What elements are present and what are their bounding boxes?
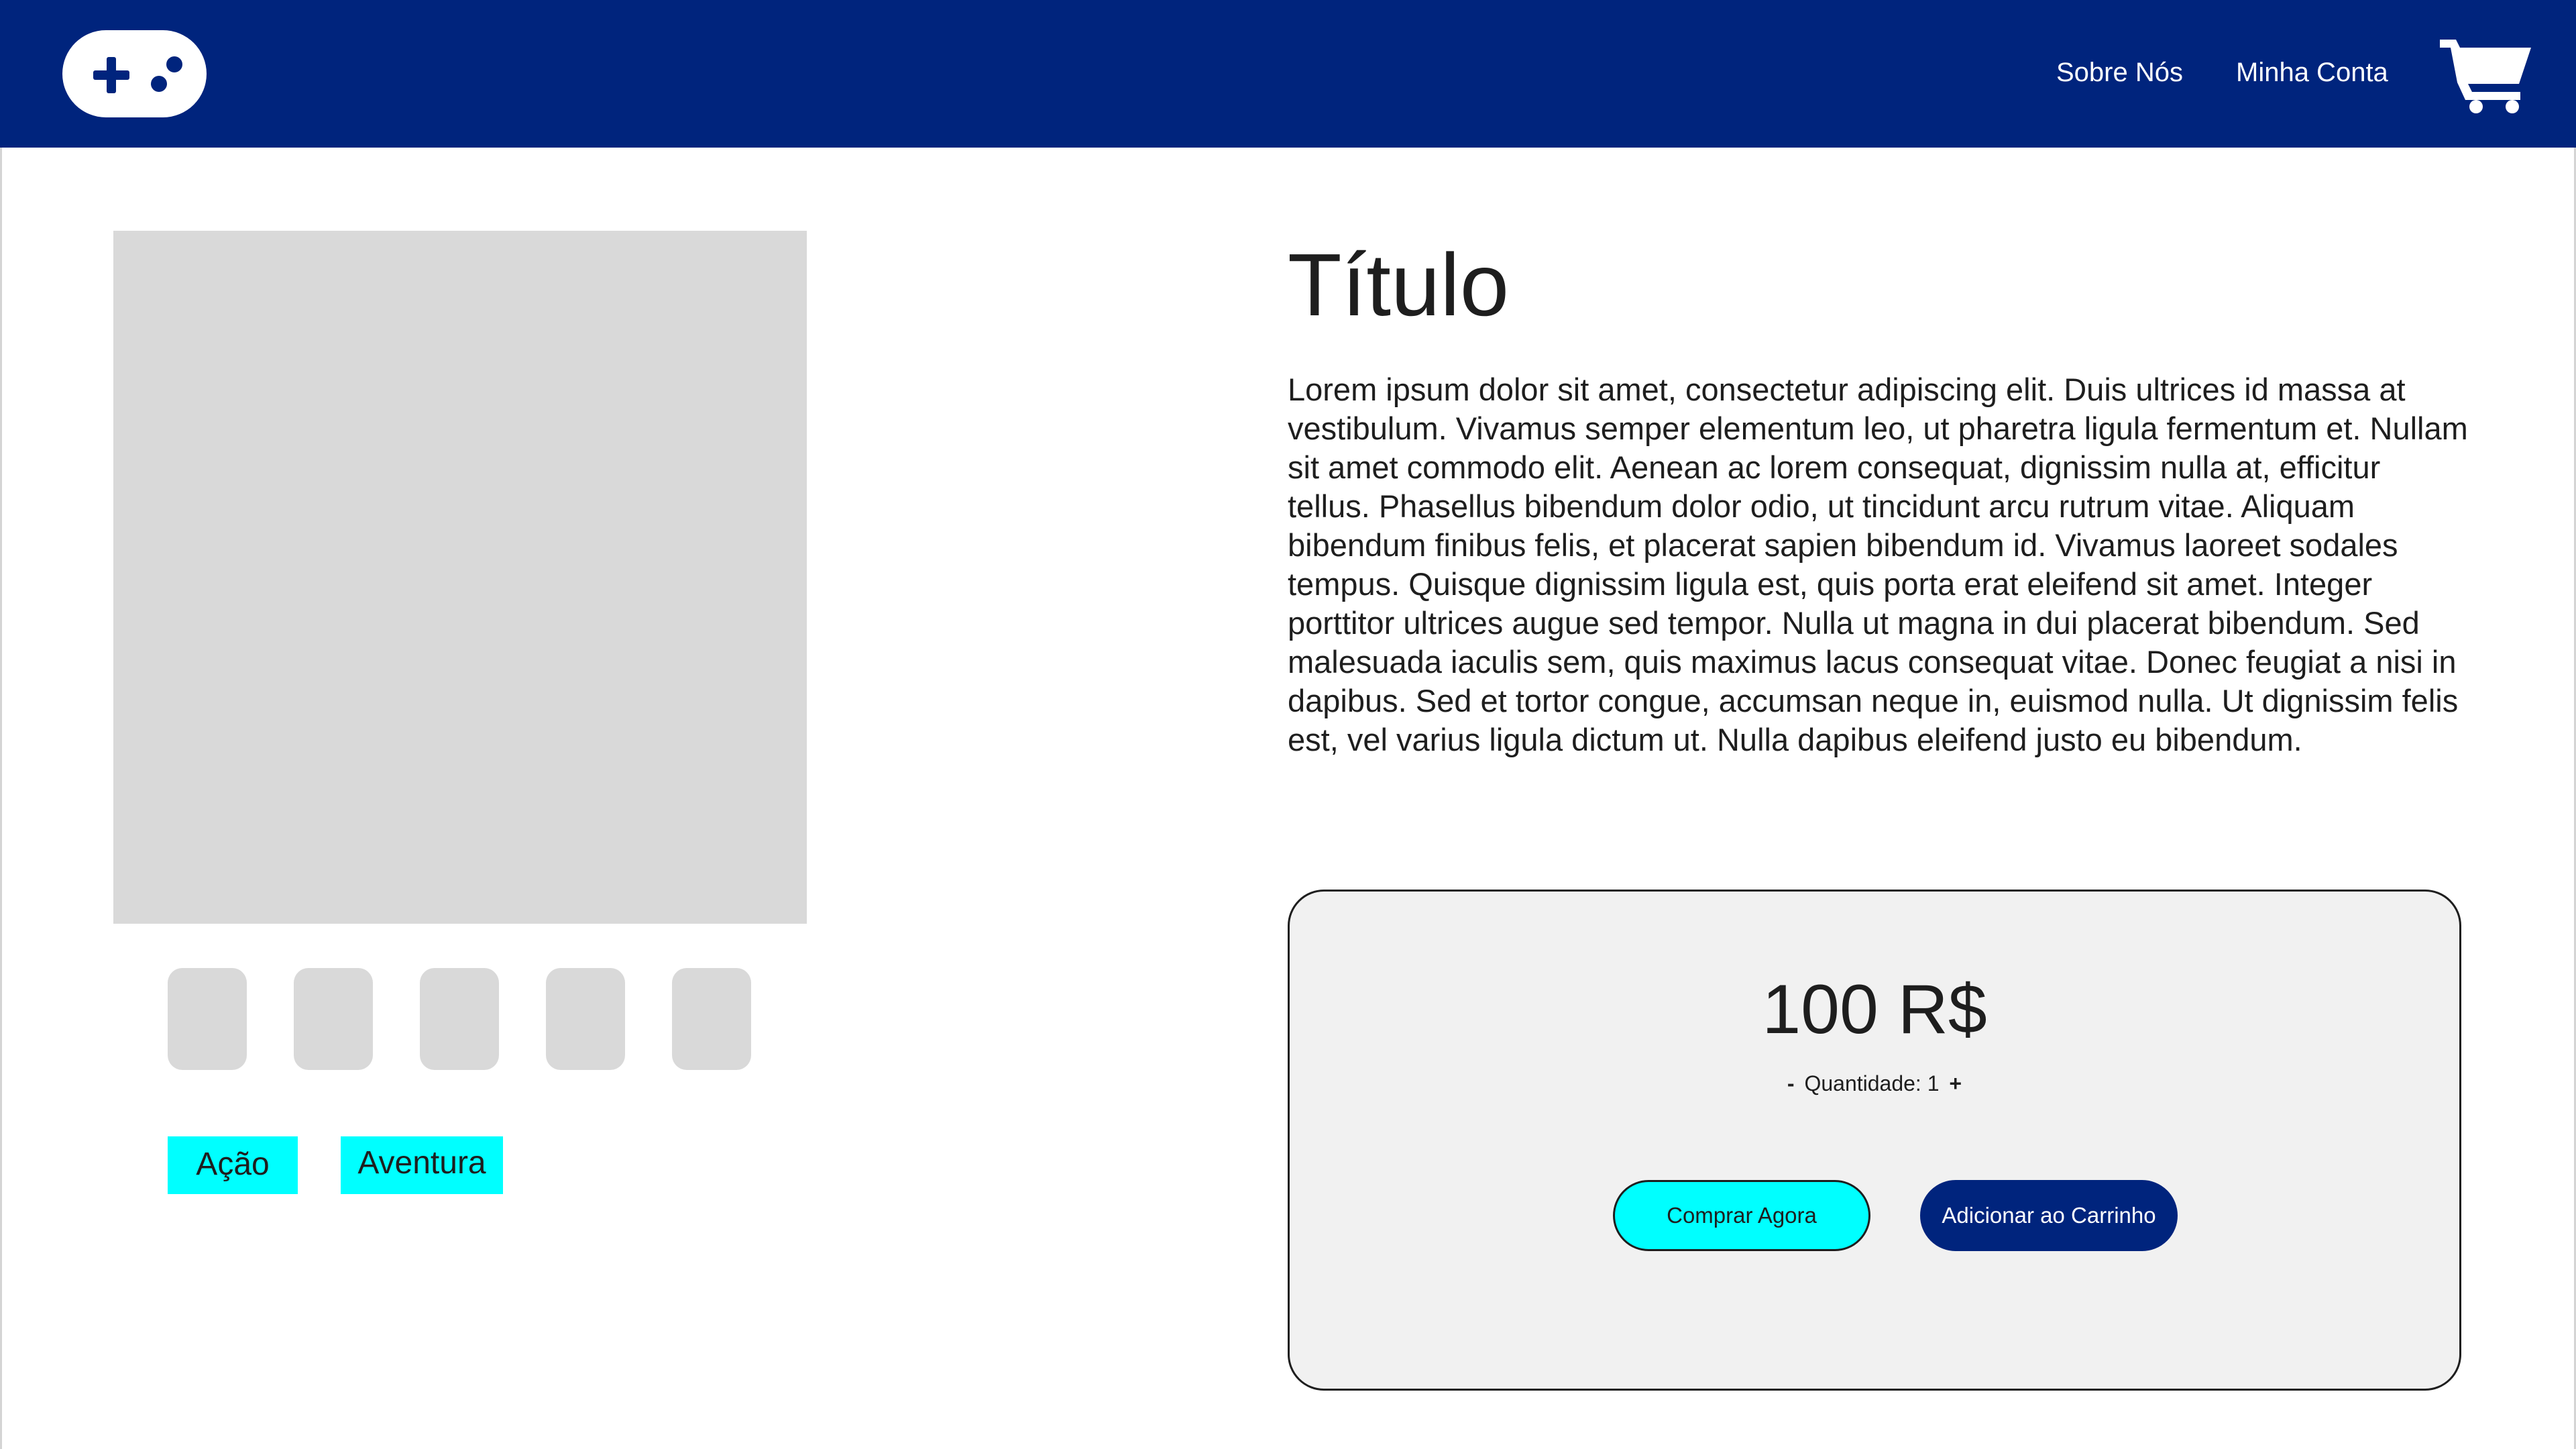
product-main-image (113, 231, 807, 924)
quantity-decrease-button[interactable]: - (1783, 1071, 1799, 1095)
product-thumbnail[interactable] (294, 968, 373, 1070)
purchase-card: 100 R$ - Quantidade: 1 + Comprar Agora A… (1288, 890, 2461, 1391)
product-thumbnail[interactable] (546, 968, 625, 1070)
product-title: Título (1288, 235, 1510, 334)
quantity-label: Quantidade: 1 (1804, 1071, 1940, 1095)
product-thumbnail[interactable] (168, 968, 247, 1070)
product-thumbnail[interactable] (672, 968, 751, 1070)
top-navigation-bar: Sobre Nós Minha Conta (0, 0, 2576, 148)
buy-now-button[interactable]: Comprar Agora (1613, 1180, 1870, 1251)
genre-tag-aventura[interactable]: Aventura (341, 1136, 503, 1194)
product-price: 100 R$ (1762, 971, 1987, 1049)
genre-tag-acao[interactable]: Ação (168, 1136, 298, 1194)
product-thumbnail[interactable] (420, 968, 499, 1070)
quantity-increase-button[interactable]: + (1945, 1071, 1966, 1095)
gamepad-icon[interactable] (62, 30, 207, 117)
shopping-cart-icon[interactable] (2440, 30, 2534, 114)
nav-link-minha-conta[interactable]: Minha Conta (2236, 55, 2388, 90)
nav-link-sobre-nos[interactable]: Sobre Nós (2056, 55, 2183, 90)
quantity-stepper: - Quantidade: 1 + (1290, 1069, 2459, 1098)
product-description: Lorem ipsum dolor sit amet, consectetur … (1288, 372, 2468, 757)
add-to-cart-button[interactable]: Adicionar ao Carrinho (1920, 1180, 2178, 1251)
